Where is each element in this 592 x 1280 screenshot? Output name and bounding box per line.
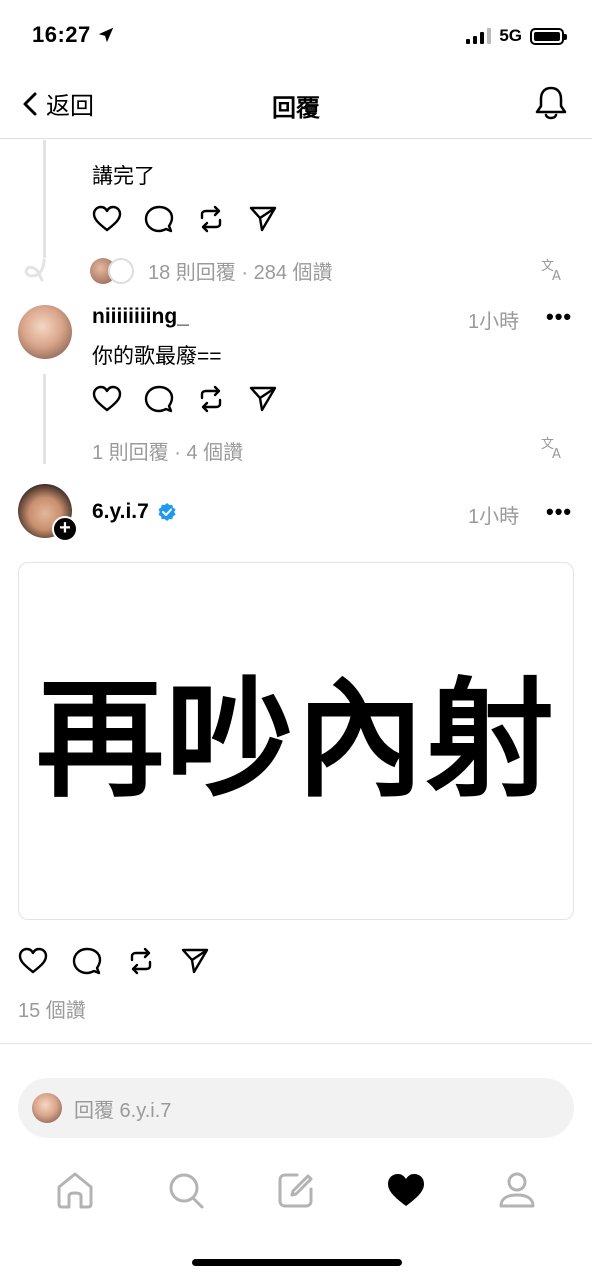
image-text: 再吵內射 <box>35 666 556 815</box>
status-indicators: 5G <box>466 26 567 46</box>
status-time: 16:27 <box>32 22 115 48</box>
main-post-likes[interactable]: 15 個讚 <box>18 994 86 1023</box>
verified-badge-icon <box>158 503 176 521</box>
tab-bar <box>0 1160 592 1220</box>
reply-avatars <box>90 257 136 284</box>
reply-username[interactable]: niiiiiiiing_ <box>92 305 189 329</box>
notification-bell-button[interactable] <box>534 84 568 127</box>
like-icon[interactable] <box>92 384 122 414</box>
comment-icon[interactable] <box>144 204 174 234</box>
comment-icon[interactable] <box>144 384 174 414</box>
reply-input[interactable]: 回覆 6.y.i.7 <box>18 1078 574 1138</box>
thread-line <box>43 140 46 258</box>
parent-post-stats-row: 18 則回覆 · 284 個讚 <box>90 256 333 285</box>
bell-icon <box>535 86 567 120</box>
svg-text:A: A <box>552 269 561 282</box>
reply-more-button[interactable]: ••• <box>546 304 572 330</box>
reply-time: 1小時 <box>468 311 520 333</box>
page-title: 回覆 <box>272 95 320 122</box>
network-label: 5G <box>499 26 522 45</box>
home-indicator[interactable] <box>192 1259 402 1266</box>
reply-avatar[interactable] <box>18 305 72 359</box>
bottom-divider <box>0 1043 592 1044</box>
share-icon[interactable] <box>180 946 210 976</box>
repost-icon[interactable] <box>196 384 226 414</box>
heart-icon[interactable] <box>385 1170 427 1210</box>
avatar <box>108 257 134 284</box>
follow-plus-icon[interactable]: + <box>52 516 78 542</box>
main-post-time: 1小時 <box>468 506 520 528</box>
thread-line <box>43 374 46 464</box>
search-icon[interactable] <box>165 1170 207 1210</box>
repost-icon[interactable] <box>196 204 226 234</box>
reply-stats[interactable]: 1 則回覆 · 4 個讚 <box>92 436 243 465</box>
reply-text: 你的歌最廢== <box>92 345 222 368</box>
repost-icon[interactable] <box>126 946 156 976</box>
svg-text:A: A <box>552 447 561 460</box>
share-icon[interactable] <box>248 204 278 234</box>
thread-loop-icon <box>24 258 46 282</box>
header-divider <box>0 138 592 139</box>
reply-actions <box>92 384 278 414</box>
main-post-more-button[interactable]: ••• <box>546 499 572 525</box>
parent-post-stats[interactable]: 18 則回覆 · 284 個讚 <box>148 256 333 285</box>
avatar <box>32 1093 62 1123</box>
compose-icon[interactable] <box>275 1170 317 1210</box>
main-post-avatar[interactable]: + <box>18 484 78 542</box>
home-icon[interactable] <box>54 1170 96 1210</box>
reply-placeholder: 回覆 6.y.i.7 <box>74 1099 172 1122</box>
main-post-image[interactable]: 再吵內射 <box>18 562 574 920</box>
like-icon[interactable] <box>18 946 48 976</box>
signal-icon <box>466 28 492 44</box>
translate-icon[interactable]: 文 A <box>540 256 566 282</box>
main-post-actions <box>18 946 210 976</box>
parent-post-text: 講完了 <box>92 165 155 188</box>
translate-icon[interactable]: 文 A <box>540 434 566 460</box>
location-arrow-icon <box>99 27 114 43</box>
main-post-username[interactable]: 6.y.i.7 <box>92 500 149 524</box>
share-icon[interactable] <box>248 384 278 414</box>
battery-icon <box>530 27 567 45</box>
like-icon[interactable] <box>92 204 122 234</box>
comment-icon[interactable] <box>72 946 102 976</box>
main-post-user: 6.y.i.7 <box>92 500 177 524</box>
profile-icon[interactable] <box>496 1170 538 1210</box>
parent-post-actions <box>92 204 278 234</box>
